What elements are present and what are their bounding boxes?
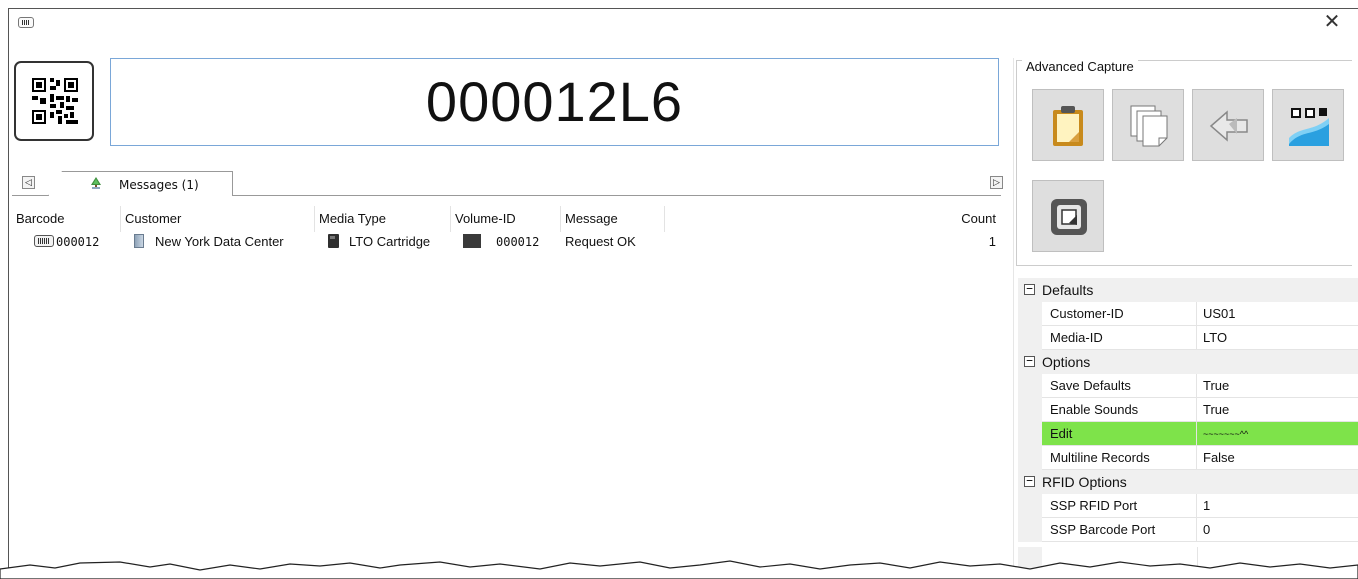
cell-message: Request OK: [565, 234, 636, 249]
category-rfid-options[interactable]: − RFID Options: [1018, 470, 1358, 494]
tape-cartridge-icon: [328, 234, 339, 248]
category-defaults[interactable]: − Defaults: [1018, 278, 1358, 302]
property-edit[interactable]: Edit ~~~~~~~^^: [1018, 422, 1358, 446]
tab-scroll-left-button[interactable]: ◁: [22, 176, 35, 189]
property-value[interactable]: True: [1197, 374, 1358, 398]
property-value[interactable]: True: [1197, 398, 1358, 422]
category-label: Defaults: [1042, 282, 1094, 298]
qr-code-icon: [32, 78, 78, 124]
volume-icon: [463, 234, 481, 248]
tree-icon: [91, 177, 101, 189]
collapse-toggle-icon[interactable]: −: [1024, 475, 1035, 487]
tab-messages-label: Messages (1): [119, 178, 199, 192]
barcode-icon: [18, 17, 34, 28]
grid-header: Barcode Customer Media Type Volume-ID Me…: [12, 206, 1002, 232]
cell-customer: New York Data Center: [155, 234, 284, 249]
property-value[interactable]: 0: [1197, 518, 1358, 542]
column-header-customer[interactable]: Customer: [121, 206, 315, 232]
copy-capture-button[interactable]: [1112, 89, 1184, 161]
tab-messages[interactable]: Messages (1): [48, 171, 233, 196]
clipboard-icon: [1053, 106, 1083, 146]
barcode-icon: [34, 235, 54, 247]
column-header-volume-id[interactable]: Volume-ID: [451, 206, 561, 232]
property-name: Edit: [1042, 422, 1197, 446]
property-name: Multiline Records: [1042, 446, 1197, 470]
scan-barcode-button[interactable]: [14, 61, 94, 141]
torn-edge: [0, 560, 1358, 579]
transfer-capture-button[interactable]: [1192, 89, 1264, 161]
table-row[interactable]: 000012 New York Data Center LTO Cartridg…: [12, 232, 1002, 252]
cell-barcode: 000012: [56, 235, 100, 249]
property-name: Media-ID: [1042, 326, 1197, 350]
barcode-value-field[interactable]: 000012L6: [110, 58, 999, 146]
property-value[interactable]: False: [1197, 446, 1358, 470]
property-media-id[interactable]: Media-ID LTO: [1018, 326, 1358, 350]
documents-icon: [1130, 105, 1168, 147]
property-save-defaults[interactable]: Save Defaults True: [1018, 374, 1358, 398]
property-multiline-records[interactable]: Multiline Records False: [1018, 446, 1358, 470]
category-label: RFID Options: [1042, 474, 1127, 490]
property-enable-sounds[interactable]: Enable Sounds True: [1018, 398, 1358, 422]
collapse-toggle-icon[interactable]: −: [1024, 283, 1035, 295]
cell-count: 1: [988, 234, 996, 249]
property-customer-id[interactable]: Customer-ID US01: [1018, 302, 1358, 326]
property-name: SSP RFID Port: [1042, 494, 1197, 518]
column-header-media-type[interactable]: Media Type: [315, 206, 451, 232]
messages-grid: Barcode Customer Media Type Volume-ID Me…: [12, 206, 1002, 571]
cell-media-type: LTO Cartridge: [349, 234, 431, 249]
category-label: Options: [1042, 354, 1091, 370]
property-ssp-barcode-port[interactable]: SSP Barcode Port 0: [1018, 518, 1358, 542]
property-ssp-rfid-port[interactable]: SSP RFID Port 1: [1018, 494, 1358, 518]
qr-capture-button[interactable]: [1272, 89, 1344, 161]
rfid-chip-icon: [1051, 199, 1087, 235]
server-icon: [134, 234, 144, 248]
clipboard-capture-button[interactable]: [1032, 89, 1104, 161]
column-header-barcode[interactable]: Barcode: [12, 206, 121, 232]
property-value[interactable]: LTO: [1197, 326, 1358, 350]
property-value[interactable]: 1: [1197, 494, 1358, 518]
property-value[interactable]: ~~~~~~~^^: [1197, 422, 1358, 446]
property-name: Save Defaults: [1042, 374, 1197, 398]
tab-scroll-right-button[interactable]: ▷: [990, 176, 1003, 189]
cell-volume-id: 000012: [496, 235, 540, 249]
close-button[interactable]: ✕: [1320, 10, 1344, 34]
property-value[interactable]: US01: [1197, 302, 1358, 326]
column-header-message[interactable]: Message: [561, 206, 665, 232]
property-name: SSP Barcode Port: [1042, 518, 1197, 542]
tab-strip: ◁ Messages (1) ▷: [12, 166, 1003, 196]
qr-wave-icon: [1289, 108, 1329, 146]
category-options[interactable]: − Options: [1018, 350, 1358, 374]
title-bar: ✕: [0, 0, 1350, 44]
arrow-exchange-icon: [1209, 110, 1248, 142]
property-name: Enable Sounds: [1042, 398, 1197, 422]
panel-divider[interactable]: [1013, 58, 1014, 571]
advanced-capture-title: Advanced Capture: [1022, 59, 1138, 74]
column-header-count[interactable]: Count: [665, 206, 1002, 232]
collapse-toggle-icon[interactable]: −: [1024, 355, 1035, 367]
rfid-capture-button[interactable]: [1032, 180, 1104, 252]
property-name: Customer-ID: [1042, 302, 1197, 326]
